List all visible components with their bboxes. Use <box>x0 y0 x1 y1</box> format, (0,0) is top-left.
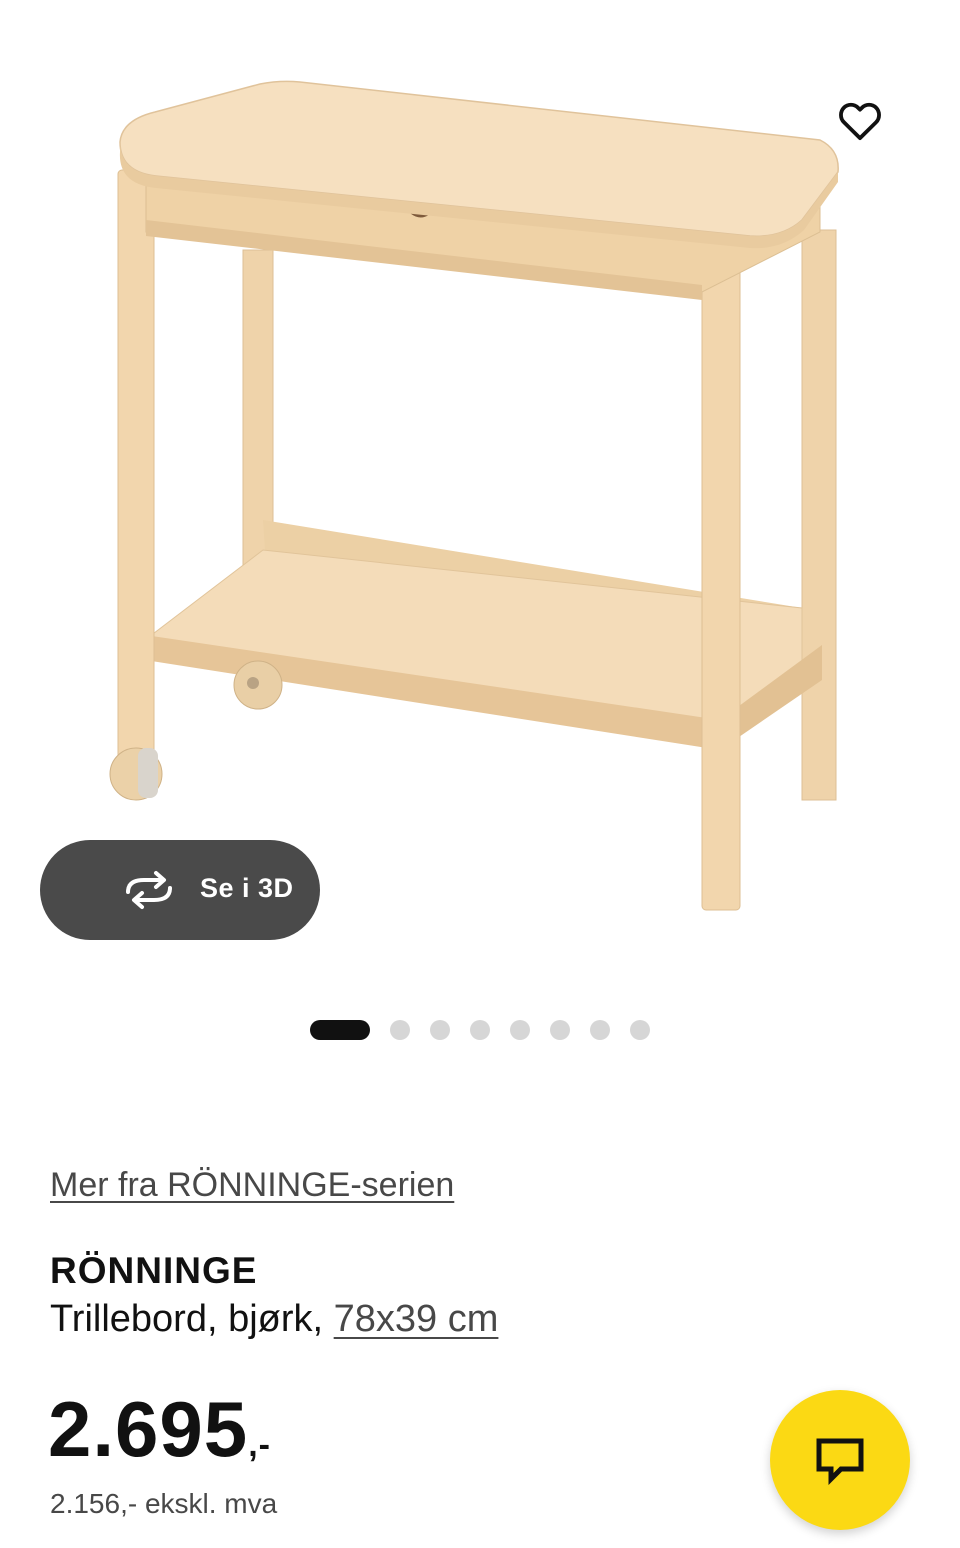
product-description: Trillebord, bjørk, 78x39 cm <box>50 1298 498 1341</box>
chat-button[interactable] <box>770 1390 910 1530</box>
price-suffix: ,- <box>248 1426 271 1464</box>
series-link[interactable]: Mer fra RÖNNINGE-serien <box>50 1166 454 1205</box>
size-link[interactable]: 78x39 cm <box>334 1298 499 1340</box>
gallery-pagination <box>0 1018 960 1042</box>
pagination-dot[interactable] <box>590 1020 610 1040</box>
price-excl-vat: 2.156,- ekskl. mva <box>50 1488 278 1519</box>
product-gallery[interactable]: Se i 3D <box>0 0 960 990</box>
view-in-3d-label: Se i 3D <box>200 873 294 903</box>
product-image <box>109 80 839 911</box>
product-name: RÖNNINGE <box>50 1250 258 1291</box>
favorite-button[interactable] <box>832 92 888 148</box>
pagination-dot-active[interactable] <box>310 1020 370 1040</box>
rotate-3d-icon <box>126 871 172 909</box>
chat-bubble-icon <box>816 1438 864 1485</box>
product-type-text: Trillebord, bjørk, <box>50 1298 334 1340</box>
view-in-3d-button[interactable]: Se i 3D <box>40 840 320 940</box>
price-main: 2.695 <box>48 1385 249 1473</box>
pagination-dot[interactable] <box>630 1020 650 1040</box>
pagination-dot[interactable] <box>550 1020 570 1040</box>
pagination-dot[interactable] <box>430 1020 450 1040</box>
product-price: 2.695,- <box>48 1384 271 1475</box>
pagination-dot[interactable] <box>470 1020 490 1040</box>
heart-outline-icon <box>839 102 881 141</box>
pagination-dot[interactable] <box>510 1020 530 1040</box>
pagination-dot[interactable] <box>390 1020 410 1040</box>
